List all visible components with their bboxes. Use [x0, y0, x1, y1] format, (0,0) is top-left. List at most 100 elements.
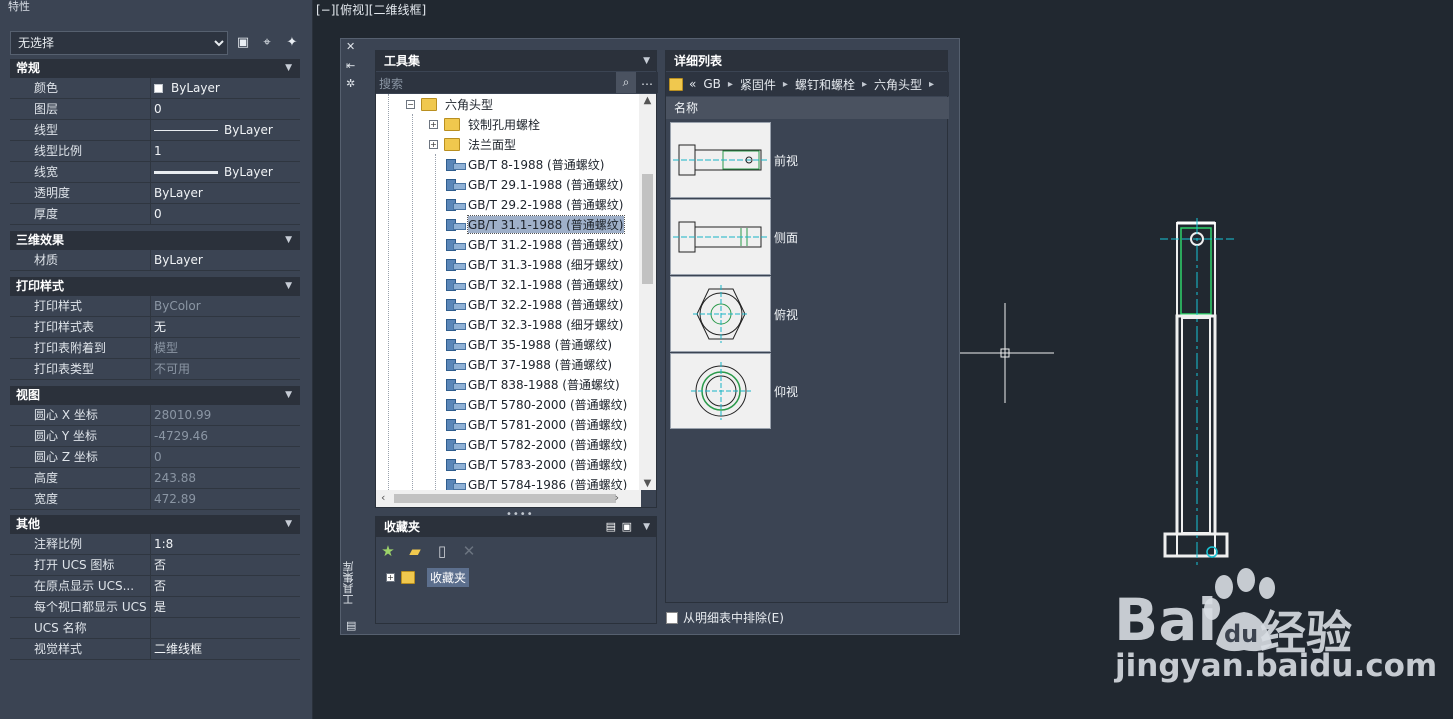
- delete-icon[interactable]: ✕: [459, 541, 479, 561]
- property-value[interactable]: 0: [151, 204, 300, 224]
- property-row[interactable]: 圆心 Y 坐标 -4729.46: [10, 426, 300, 447]
- property-row[interactable]: 图层 0: [10, 99, 300, 120]
- search-input[interactable]: 搜索: [379, 75, 403, 92]
- section-header[interactable]: 三维效果 ▼: [10, 231, 300, 250]
- property-row[interactable]: 每个视口都显示 UCS 是: [10, 597, 300, 618]
- tree-folder[interactable]: + 铰制孔用螺栓: [429, 114, 540, 134]
- tree-item[interactable]: GB/T 35-1988 (普通螺纹): [446, 334, 612, 354]
- view-thumbnail[interactable]: [670, 199, 771, 275]
- property-row[interactable]: 厚度 0: [10, 204, 300, 225]
- auto-hide-icon[interactable]: ⇤: [346, 59, 355, 72]
- breadcrumb-item[interactable]: «: [689, 77, 696, 91]
- breadcrumb-separator-icon[interactable]: ▸: [728, 79, 733, 90]
- properties-icon[interactable]: ✲: [346, 77, 355, 90]
- breadcrumb-separator-icon[interactable]: ▸: [929, 79, 934, 90]
- breadcrumb-item[interactable]: 六角头型: [874, 76, 922, 93]
- tree-item[interactable]: GB/T 5784-1986 (普通螺纹): [446, 474, 627, 490]
- property-row[interactable]: 圆心 X 坐标 28010.99: [10, 405, 300, 426]
- property-value[interactable]: ByLayer: [151, 120, 300, 140]
- property-row[interactable]: 圆心 Z 坐标 0: [10, 447, 300, 468]
- property-row[interactable]: 打印样式 ByColor: [10, 296, 300, 317]
- property-row[interactable]: 在原点显示 UCS... 否: [10, 576, 300, 597]
- library-icon[interactable]: ▤: [346, 619, 356, 632]
- tree-item[interactable]: GB/T 8-1988 (普通螺纹): [446, 154, 604, 174]
- property-value[interactable]: 不可用: [151, 359, 300, 379]
- property-row[interactable]: UCS 名称: [10, 618, 300, 639]
- new-folder-icon[interactable]: ▰: [405, 541, 425, 561]
- property-value[interactable]: ByLayer: [151, 162, 300, 182]
- property-value[interactable]: 0: [151, 447, 300, 467]
- tree-item[interactable]: GB/T 31.3-1988 (细牙螺纹): [446, 254, 624, 274]
- property-value[interactable]: 二维线框: [151, 639, 300, 659]
- add-favorite-icon[interactable]: ★: [378, 541, 398, 561]
- thumbnail-view-icon[interactable]: ▣: [622, 517, 632, 537]
- property-row[interactable]: 视觉样式 二维线框: [10, 639, 300, 660]
- view-thumbnail[interactable]: [670, 276, 771, 352]
- tree-item[interactable]: GB/T 29.1-1988 (普通螺纹): [446, 174, 624, 194]
- property-value[interactable]: 无: [151, 317, 300, 337]
- section-header[interactable]: 常规 ▼: [10, 59, 300, 78]
- property-value[interactable]: -4729.46: [151, 426, 300, 446]
- property-value[interactable]: ByLayer: [151, 78, 300, 98]
- favorites-item[interactable]: + 收藏夹: [386, 568, 470, 587]
- exclude-checkbox-row[interactable]: 从明细表中排除(E): [666, 609, 784, 626]
- expand-icon[interactable]: +: [429, 119, 438, 129]
- property-value[interactable]: 是: [151, 597, 300, 617]
- breadcrumb-separator-icon[interactable]: ▸: [783, 79, 788, 90]
- detail-view-item[interactable]: 侧面: [670, 199, 940, 275]
- toggle-pickadd-icon[interactable]: ▣: [234, 34, 252, 52]
- property-row[interactable]: 颜色 ByLayer: [10, 78, 300, 99]
- detail-view-item[interactable]: 仰视: [670, 353, 940, 429]
- property-value[interactable]: 0: [151, 99, 300, 119]
- quick-select-icon[interactable]: ✦: [283, 34, 301, 52]
- property-row[interactable]: 线宽 ByLayer: [10, 162, 300, 183]
- chevron-down-icon[interactable]: ▼: [285, 386, 292, 405]
- tree-item[interactable]: GB/T 5780-2000 (普通螺纹): [446, 394, 627, 414]
- tree-item[interactable]: GB/T 5781-2000 (普通螺纹): [446, 414, 627, 434]
- section-header[interactable]: 其他 ▼: [10, 515, 300, 534]
- property-value[interactable]: 否: [151, 555, 300, 575]
- property-value[interactable]: [151, 618, 300, 638]
- expand-icon[interactable]: +: [429, 139, 438, 149]
- property-value[interactable]: 28010.99: [151, 405, 300, 425]
- tree-folder[interactable]: + 法兰面型: [429, 134, 516, 154]
- property-row[interactable]: 透明度 ByLayer: [10, 183, 300, 204]
- property-value[interactable]: ByColor: [151, 296, 300, 316]
- expand-icon[interactable]: +: [386, 573, 395, 582]
- property-row[interactable]: 高度 243.88: [10, 468, 300, 489]
- chevron-down-icon[interactable]: ▼: [285, 59, 292, 78]
- tree-item[interactable]: GB/T 5782-2000 (普通螺纹): [446, 434, 627, 454]
- detail-view-item[interactable]: 俯视: [670, 276, 940, 352]
- property-value[interactable]: 243.88: [151, 468, 300, 488]
- tree-item[interactable]: GB/T 31.1-1988 (普通螺纹): [446, 214, 625, 234]
- property-row[interactable]: 宽度 472.89: [10, 489, 300, 510]
- tree-item[interactable]: GB/T 37-1988 (普通螺纹): [446, 354, 612, 374]
- property-value[interactable]: ByLayer: [151, 250, 300, 270]
- document-icon[interactable]: ▯: [432, 541, 452, 561]
- chevron-down-icon[interactable]: ▼: [285, 277, 292, 296]
- property-value[interactable]: 1:8: [151, 534, 300, 554]
- section-header[interactable]: 视图 ▼: [10, 386, 300, 405]
- tree-item[interactable]: GB/T 32.3-1988 (细牙螺纹): [446, 314, 624, 334]
- viewport-label[interactable]: [−][俯视][二维线框]: [316, 1, 426, 18]
- column-header-name[interactable]: 名称: [666, 97, 949, 119]
- chevron-down-icon[interactable]: ▼: [643, 517, 650, 537]
- breadcrumb-separator-icon[interactable]: ▸: [862, 79, 867, 90]
- tree-item[interactable]: GB/T 5783-2000 (普通螺纹): [446, 454, 627, 474]
- view-thumbnail[interactable]: [670, 122, 771, 198]
- tree-horizontal-scrollbar[interactable]: ‹ ›: [376, 490, 641, 507]
- tree-item[interactable]: GB/T 838-1988 (普通螺纹): [446, 374, 620, 394]
- view-thumbnail[interactable]: [670, 353, 771, 429]
- select-objects-icon[interactable]: ⌖: [258, 34, 276, 52]
- property-row[interactable]: 打印样式表无: [10, 317, 300, 338]
- tree-folder[interactable]: − 六角头型: [406, 94, 493, 114]
- chevron-down-icon[interactable]: ▼: [643, 51, 650, 71]
- property-value[interactable]: 模型: [151, 338, 300, 358]
- property-value[interactable]: 472.89: [151, 489, 300, 509]
- more-options-icon[interactable]: …: [641, 74, 653, 88]
- property-row[interactable]: 线型比例 1: [10, 141, 300, 162]
- property-row[interactable]: 材质 ByLayer: [10, 250, 300, 271]
- property-row[interactable]: 打印表类型 不可用: [10, 359, 300, 380]
- list-view-icon[interactable]: ▤: [606, 517, 616, 537]
- exclude-checkbox[interactable]: [666, 611, 678, 624]
